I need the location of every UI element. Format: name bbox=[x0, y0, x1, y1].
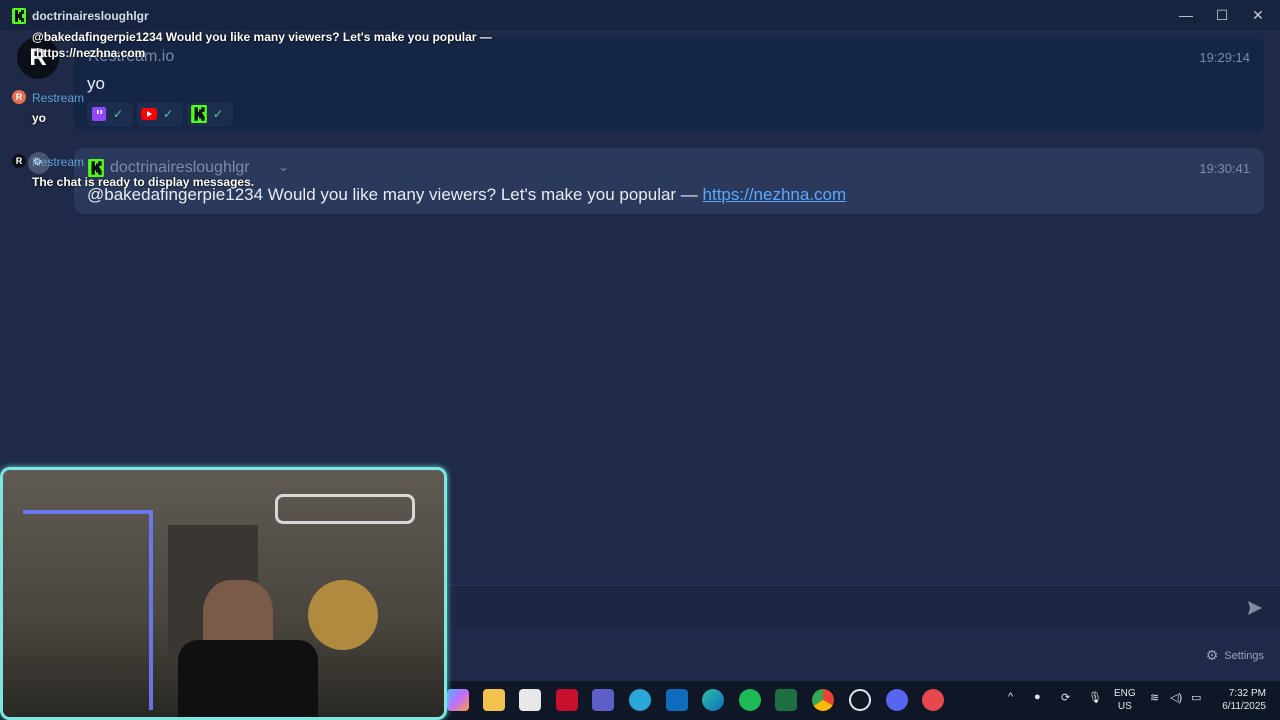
overlay-message-link: https://nezhna.com bbox=[36, 46, 146, 60]
spotify-icon[interactable] bbox=[739, 689, 761, 711]
volume-icon[interactable]: ◁) bbox=[1170, 691, 1182, 704]
webcam-feed bbox=[0, 467, 447, 720]
minimize-button[interactable]: — bbox=[1172, 4, 1200, 26]
kick-icon bbox=[191, 105, 207, 123]
language-region: US bbox=[1117, 701, 1132, 712]
outlook-icon[interactable] bbox=[666, 689, 688, 711]
obs-icon[interactable] bbox=[849, 689, 871, 711]
restream-icon: R bbox=[12, 154, 26, 168]
chevron-up-icon[interactable]: ^ bbox=[1008, 691, 1013, 703]
battery-icon[interactable]: ▭ bbox=[1191, 691, 1201, 704]
platform-twitch: ✓ bbox=[87, 102, 133, 126]
help-icon[interactable] bbox=[629, 689, 651, 711]
webcam-image bbox=[3, 470, 444, 717]
maximize-button[interactable]: ☐ bbox=[1208, 4, 1236, 26]
neon-light bbox=[23, 510, 153, 710]
twitch-icon bbox=[92, 107, 106, 121]
clock[interactable]: 7:32 PM 6/11/2025 bbox=[1222, 687, 1266, 713]
message-text: yo bbox=[87, 74, 105, 93]
tray-app-icon[interactable]: ● bbox=[1034, 691, 1041, 703]
close-icon: ✕ bbox=[1252, 6, 1264, 23]
cymbal bbox=[308, 580, 378, 650]
message-card: Restream.io 19:29:14 yo ✓ ✓ ✓ bbox=[74, 37, 1264, 132]
close-button[interactable]: ✕ bbox=[1244, 4, 1272, 26]
overlay-sender: Restream bbox=[32, 155, 85, 169]
file-explorer-icon[interactable] bbox=[483, 689, 505, 711]
check-icon: ✓ bbox=[163, 107, 174, 121]
chrome-icon[interactable] bbox=[812, 689, 834, 711]
restream-app-icon[interactable] bbox=[922, 689, 944, 711]
overlay-message-line: @bakedafingerpie1234 Would you like many… bbox=[32, 30, 492, 44]
youtube-icon bbox=[141, 108, 157, 120]
check-icon: ✓ bbox=[213, 107, 224, 121]
overlay-message-text: yo bbox=[32, 111, 47, 125]
message-time: 19:29:14 bbox=[1199, 50, 1250, 65]
settings-label: Settings bbox=[1224, 649, 1264, 662]
overlay-ready-text: The chat is ready to display messages. bbox=[32, 175, 255, 189]
language-code: ENG bbox=[1114, 688, 1136, 699]
chevron-down-icon[interactable]: ⌄ bbox=[278, 159, 289, 175]
gear-icon: ⚙ bbox=[1205, 647, 1219, 663]
mcafee-icon[interactable] bbox=[556, 689, 578, 711]
clock-date: 6/11/2025 bbox=[1222, 701, 1266, 712]
window-title: doctrinairesloughlgr bbox=[32, 9, 149, 23]
minimize-icon: — bbox=[1179, 7, 1193, 23]
language-indicator[interactable]: ENG US bbox=[1114, 687, 1136, 713]
overlay-sender: Restream bbox=[32, 91, 85, 105]
sync-icon[interactable]: ⟳ bbox=[1061, 691, 1070, 704]
title-bar: doctrinairesloughlgr — ☐ ✕ bbox=[0, 0, 1280, 30]
person-body bbox=[178, 640, 318, 717]
kick-logo-icon bbox=[12, 8, 26, 24]
message-time: 19:30:41 bbox=[1199, 161, 1250, 176]
check-icon: ✓ bbox=[113, 107, 124, 121]
send-icon[interactable] bbox=[1246, 599, 1264, 617]
excel-icon[interactable] bbox=[775, 689, 797, 711]
wall-sign bbox=[275, 494, 415, 524]
teams-icon[interactable] bbox=[592, 689, 614, 711]
message-link[interactable]: https://nezhna.com bbox=[703, 185, 847, 204]
copilot-icon[interactable] bbox=[447, 689, 469, 711]
store-icon[interactable] bbox=[519, 689, 541, 711]
restream-icon: R bbox=[12, 90, 26, 104]
discord-icon[interactable] bbox=[886, 689, 908, 711]
clock-time: 7:32 PM bbox=[1228, 688, 1266, 699]
platform-kick: ✓ bbox=[187, 102, 233, 126]
maximize-icon: ☐ bbox=[1215, 6, 1229, 23]
edge-icon[interactable] bbox=[702, 689, 724, 711]
settings-button[interactable]: ⚙ Settings bbox=[1206, 647, 1264, 664]
microphone-icon[interactable]: 🎙 bbox=[1088, 691, 1102, 704]
wifi-icon[interactable]: ≋ bbox=[1150, 691, 1159, 704]
platform-youtube: ✓ bbox=[137, 102, 183, 126]
